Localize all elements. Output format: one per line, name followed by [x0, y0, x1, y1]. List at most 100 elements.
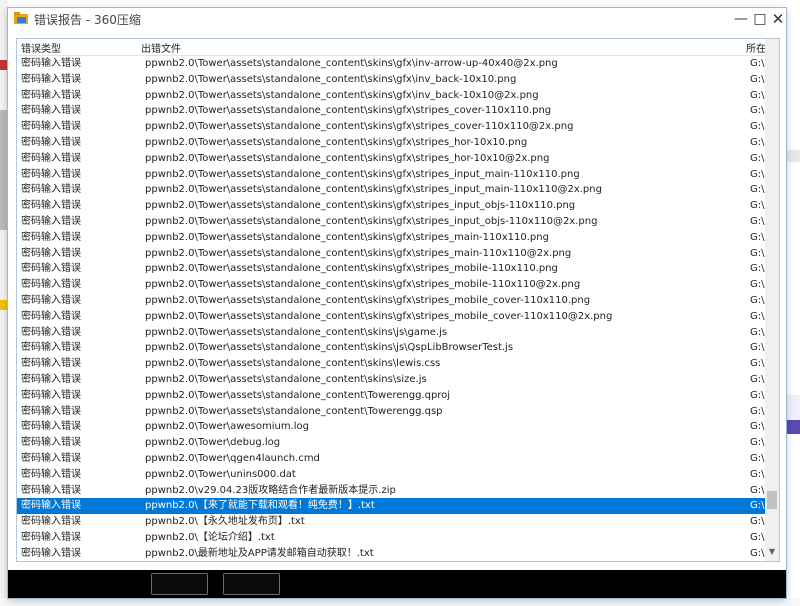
error-file-cell: ppwnb2.0\Tower\assets\standalone_content… — [145, 294, 591, 306]
table-row[interactable]: 密码输入错误 ppwnb2.0\Tower\assets\standalone_c… — [17, 103, 765, 119]
table-row[interactable]: 密码输入错误 ppwnb2.0\Tower\assets\standalone_c… — [17, 356, 765, 372]
table-row[interactable]: 密码输入错误 ppwnb2.0\Tower\assets\standalone_c… — [17, 182, 765, 198]
scrollbar-thumb[interactable] — [767, 491, 777, 509]
archive-location-cell: G:\2\ — [750, 326, 765, 338]
table-row[interactable]: 密码输入错误 ppwnb2.0\【论坛介绍】.txt G:\2\ — [17, 530, 765, 546]
archive-location-cell: G:\2\ — [750, 484, 765, 496]
table-row[interactable]: 密码输入错误 ppwnb2.0\最新地址及APP请发邮箱自动获取！.txt G:\2… — [17, 546, 765, 561]
error-file-cell: ppwnb2.0\Tower\assets\standalone_content… — [145, 231, 549, 243]
archive-location-cell: G:\2\ — [750, 136, 765, 148]
column-header-file[interactable]: 出错文件 — [141, 40, 741, 55]
error-file-cell: ppwnb2.0\Tower\debug.log — [145, 437, 281, 449]
error-type-cell: 密码输入错误 — [21, 136, 81, 148]
table-row[interactable]: 密码输入错误 ppwnb2.0\Tower\assets\standalone_c… — [17, 88, 765, 104]
error-file-cell: ppwnb2.0\【论坛介绍】.txt — [145, 531, 275, 543]
table-row[interactable]: 密码输入错误 ppwnb2.0\Tower\assets\standalone_c… — [17, 167, 765, 183]
error-file-cell: ppwnb2.0\v29.04.23版攻略结合作者最新版本提示.zip — [145, 484, 396, 496]
archive-location-cell: G:\2\ — [750, 200, 765, 212]
table-row[interactable]: 密码输入错误 ppwnb2.0\【永久地址发布页】.txt G:\2\ — [17, 514, 765, 530]
error-type-cell: 密码输入错误 — [21, 437, 81, 449]
table-row[interactable]: 密码输入错误 ppwnb2.0\Tower\assets\standalone_c… — [17, 246, 765, 262]
error-type-cell: 密码输入错误 — [21, 184, 81, 196]
error-file-cell: ppwnb2.0\Tower\assets\standalone_content… — [145, 389, 451, 401]
close-button[interactable]: ✕ — [768, 8, 788, 30]
archive-location-cell: G:\2\ — [750, 500, 765, 512]
error-type-cell: 密码输入错误 — [21, 326, 81, 338]
minimize-button[interactable]: — — [731, 8, 751, 30]
error-type-cell: 密码输入错误 — [21, 121, 81, 133]
maximize-button[interactable]: □ — [750, 8, 770, 30]
error-file-cell: ppwnb2.0\Tower\assets\standalone_content… — [145, 200, 576, 212]
error-type-cell: 密码输入错误 — [21, 279, 81, 291]
table-row[interactable]: 密码输入错误 ppwnb2.0\Tower\qgen4launch.cmd G:\2… — [17, 451, 765, 467]
archive-location-cell: G:\2\ — [750, 468, 765, 480]
table-row[interactable]: 密码输入错误 ppwnb2.0\Tower\assets\standalone_c… — [17, 230, 765, 246]
archive-location-cell: G:\2\ — [750, 152, 765, 164]
table-row[interactable]: 密码输入错误 ppwnb2.0\Tower\assets\standalone_c… — [17, 261, 765, 277]
error-file-cell: ppwnb2.0\Tower\assets\standalone_content… — [145, 326, 448, 338]
footer-button-2[interactable] — [223, 573, 280, 595]
table-row[interactable]: 密码输入错误 ppwnb2.0\Tower\assets\standalone_c… — [17, 277, 765, 293]
table-row[interactable]: 密码输入错误 ppwnb2.0\Tower\awesomium.log G:\2\ — [17, 419, 765, 435]
footer-button-1[interactable] — [151, 573, 208, 595]
error-file-cell: ppwnb2.0\Tower\awesomium.log — [145, 421, 309, 433]
background-fragment — [786, 420, 800, 434]
table-row[interactable]: 密码输入错误 ppwnb2.0\Tower\assets\standalone_c… — [17, 325, 765, 341]
archive-location-cell: G:\2\ — [750, 105, 765, 117]
error-file-cell: ppwnb2.0\Tower\assets\standalone_content… — [145, 89, 539, 101]
error-type-cell: 密码输入错误 — [21, 152, 81, 164]
error-type-cell: 密码输入错误 — [21, 215, 81, 227]
error-file-cell: ppwnb2.0\Tower\assets\standalone_content… — [145, 342, 514, 354]
table-row[interactable]: 密码输入错误 ppwnb2.0\Tower\assets\standalone_c… — [17, 214, 765, 230]
error-file-cell: ppwnb2.0\Tower\assets\standalone_content… — [145, 58, 558, 69]
vertical-scrollbar[interactable]: ▼ — [765, 39, 779, 561]
error-type-cell: 密码输入错误 — [21, 516, 81, 528]
title-bar[interactable]: 错误报告 - 360压缩 — □ ✕ — [8, 8, 786, 30]
column-header-type[interactable]: 错误类型 — [21, 40, 139, 55]
archive-location-cell: G:\2\ — [750, 184, 765, 196]
error-file-cell: ppwnb2.0\Tower\assets\standalone_content… — [145, 215, 598, 227]
error-type-cell: 密码输入错误 — [21, 421, 81, 433]
archive-location-cell: G:\2\ — [750, 263, 765, 275]
table-row[interactable]: 密码输入错误 ppwnb2.0\Tower\unins000.dat G:\2\ — [17, 467, 765, 483]
column-header-location[interactable]: 所在压 — [746, 40, 766, 55]
table-row[interactable]: 密码输入错误 ppwnb2.0\【来了就能下载和观看！纯免费！】.txt G:\2\ — [17, 498, 765, 515]
background-fragment — [786, 150, 800, 162]
error-file-cell: ppwnb2.0\Tower\qgen4launch.cmd — [145, 452, 320, 464]
error-type-cell: 密码输入错误 — [21, 168, 81, 180]
archive-location-cell: G:\2\ — [750, 531, 765, 543]
table-row[interactable]: 密码输入错误 ppwnb2.0\Tower\assets\standalone_c… — [17, 56, 765, 72]
error-type-cell: 密码输入错误 — [21, 373, 81, 385]
error-type-cell: 密码输入错误 — [21, 247, 81, 259]
scroll-down-arrow-icon[interactable]: ▼ — [765, 545, 779, 559]
archive-icon — [14, 12, 28, 24]
archive-location-cell: G:\2\ — [750, 421, 765, 433]
error-report-window: 错误报告 - 360压缩 — □ ✕ 错误类型 出错文件 所在压 密码输入错误 p… — [8, 8, 786, 598]
table-row[interactable]: 密码输入错误 ppwnb2.0\Tower\assets\standalone_c… — [17, 309, 765, 325]
background-fragment — [0, 60, 8, 70]
archive-location-cell: G:\2\ — [750, 310, 765, 322]
error-file-cell: ppwnb2.0\Tower\assets\standalone_content… — [145, 168, 580, 180]
error-type-cell: 密码输入错误 — [21, 531, 81, 543]
table-row[interactable]: 密码输入错误 ppwnb2.0\Tower\assets\standalone_c… — [17, 151, 765, 167]
error-file-cell: ppwnb2.0\Tower\assets\standalone_content… — [145, 105, 552, 117]
error-file-cell: ppwnb2.0\Tower\assets\standalone_content… — [145, 279, 581, 291]
table-row[interactable]: 密码输入错误 ppwnb2.0\Tower\assets\standalone_c… — [17, 293, 765, 309]
archive-location-cell: G:\2\ — [750, 437, 765, 449]
table-row[interactable]: 密码输入错误 ppwnb2.0\Tower\assets\standalone_c… — [17, 119, 765, 135]
error-type-cell: 密码输入错误 — [21, 263, 81, 275]
table-row[interactable]: 密码输入错误 ppwnb2.0\Tower\assets\standalone_c… — [17, 135, 765, 151]
error-file-cell: ppwnb2.0\Tower\assets\standalone_content… — [145, 73, 517, 85]
list-rows: 密码输入错误 ppwnb2.0\Tower\assets\standalone_c… — [17, 56, 765, 561]
table-row[interactable]: 密码输入错误 ppwnb2.0\Tower\assets\standalone_c… — [17, 198, 765, 214]
table-row[interactable]: 密码输入错误 ppwnb2.0\Tower\assets\standalone_c… — [17, 72, 765, 88]
table-row[interactable]: 密码输入错误 ppwnb2.0\v29.04.23版攻略结合作者最新版本提示.zi… — [17, 483, 765, 499]
archive-location-cell: G:\2\ — [750, 373, 765, 385]
table-row[interactable]: 密码输入错误 ppwnb2.0\Tower\assets\standalone_c… — [17, 404, 765, 420]
error-file-cell: ppwnb2.0\Tower\assets\standalone_content… — [145, 184, 602, 196]
table-row[interactable]: 密码输入错误 ppwnb2.0\Tower\assets\standalone_c… — [17, 340, 765, 356]
table-row[interactable]: 密码输入错误 ppwnb2.0\Tower\debug.log G:\2\ — [17, 435, 765, 451]
error-type-cell: 密码输入错误 — [21, 58, 81, 69]
table-row[interactable]: 密码输入错误 ppwnb2.0\Tower\assets\standalone_c… — [17, 372, 765, 388]
table-row[interactable]: 密码输入错误 ppwnb2.0\Tower\assets\standalone_c… — [17, 388, 765, 404]
